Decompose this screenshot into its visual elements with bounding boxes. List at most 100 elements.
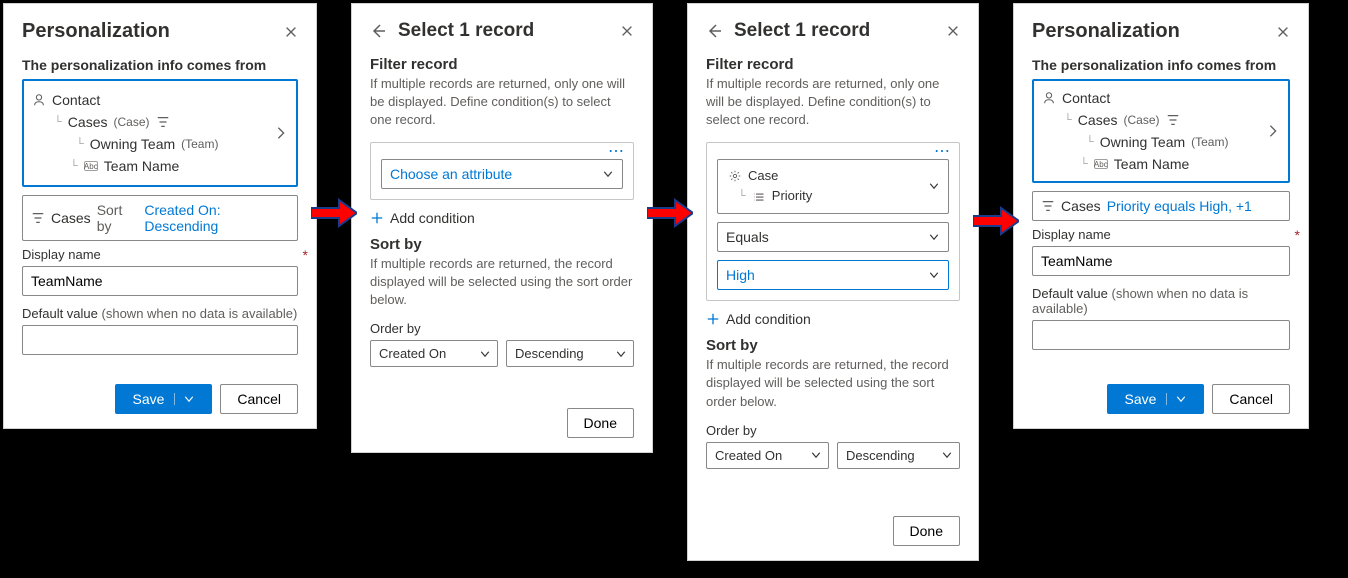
cancel-button[interactable]: Cancel [1212,384,1290,414]
operator-select[interactable]: Equals [717,222,949,252]
tree-node: Cases [1078,112,1118,128]
back-icon[interactable] [706,23,722,39]
tree-root: Contact [52,92,100,108]
sort-by-hint: If multiple records are returned, the re… [706,356,960,411]
caret-down-icon [928,269,940,281]
panel-title: Personalization [1032,20,1264,43]
tree-leaf: Team Name [1114,156,1189,172]
panel-title: Personalization [22,20,272,43]
filter-record-hint: If multiple records are returned, only o… [370,75,634,130]
done-button[interactable]: Done [567,408,634,438]
attribute-select[interactable]: Choose an attribute [381,159,623,189]
condition-menu-icon[interactable]: ⋯ [934,141,951,161]
back-icon[interactable] [370,23,386,39]
default-value-label: Default value (shown when no data is ava… [22,306,298,321]
sort-by-hint: If multiple records are returned, the re… [370,255,634,310]
plus-icon [706,312,720,326]
filter-icon [1041,199,1055,213]
filter-record-hint: If multiple records are returned, only o… [706,75,960,130]
order-field-select[interactable]: Created On [706,442,829,469]
filter-icon [1166,113,1180,127]
tree-node-type: (Team) [1191,135,1228,149]
save-button[interactable]: Save [115,384,212,414]
chevron-right-icon[interactable] [1266,124,1280,138]
person-icon [1042,91,1056,105]
info-source-label: The personalization info comes from [22,57,298,73]
default-value-input[interactable] [1032,320,1290,350]
filter-entity: Cases [1061,198,1101,214]
tree-leaf: Team Name [104,158,179,174]
list-icon [752,190,766,204]
display-name-input[interactable] [1032,246,1290,276]
attribute-tree[interactable]: Contact └ Cases (Case) └ Owning Team (Te… [22,79,298,187]
condition-card: ⋯ Case └ Priority Equals [706,142,960,302]
display-name-label: Display name [22,247,298,262]
filter-summary-row[interactable]: Cases Priority equals High, +1 [1032,191,1290,221]
display-name-input[interactable] [22,266,298,296]
filter-sort-value: Created On: Descending [144,202,289,234]
info-source-label: The personalization info comes from [1032,57,1290,73]
close-icon[interactable] [620,24,634,38]
order-by-label: Order by [370,321,634,336]
panel-title: Select 1 record [734,20,934,42]
filter-entity: Cases [51,210,91,226]
display-name-label: Display name [1032,227,1290,242]
personalization-panel-final: Personalization The personalization info… [1013,3,1309,429]
select-record-panel-empty: Select 1 record Filter record If multipl… [351,3,653,453]
add-condition-button[interactable]: Add condition [370,210,634,226]
chevron-right-icon[interactable] [274,126,288,140]
sort-by-label: Sort by [97,202,139,234]
text-field-icon: Abc [84,161,98,171]
tree-node-type: (Case) [113,115,149,129]
value-select[interactable]: High [717,260,949,290]
flow-arrow [647,198,693,228]
attribute-tree[interactable]: Contact └ Cases (Case) └ Owning Team (Te… [1032,79,1290,183]
caret-down-icon [941,449,953,461]
done-button[interactable]: Done [893,516,960,546]
filter-record-heading: Filter record [706,56,960,73]
close-icon[interactable] [1276,25,1290,39]
required-indicator: * [1295,227,1300,243]
cancel-button[interactable]: Cancel [220,384,298,414]
save-button[interactable]: Save [1107,384,1204,414]
plus-icon [370,211,384,225]
attribute-select[interactable]: Case └ Priority [717,159,949,215]
entity-label: Case [748,166,778,187]
tree-node-type: (Case) [1123,113,1159,127]
filter-summary-row[interactable]: Cases Sort by Created On: Descending [22,195,298,241]
close-icon[interactable] [284,25,298,39]
caret-down-icon [928,231,940,243]
caret-down-icon [615,348,627,360]
default-value-label: Default value (shown when no data is ava… [1032,286,1290,316]
add-condition-button[interactable]: Add condition [706,311,960,327]
person-icon [32,93,46,107]
order-direction-select[interactable]: Descending [506,340,634,367]
default-value-input[interactable] [22,325,298,355]
tree-node: Cases [68,114,108,130]
personalization-panel-initial: Personalization The personalization info… [3,3,317,429]
order-direction-select[interactable]: Descending [837,442,960,469]
order-field-select[interactable]: Created On [370,340,498,367]
filter-icon [156,115,170,129]
tree-node-type: (Team) [181,137,218,151]
select-record-panel-filled: Select 1 record Filter record If multipl… [687,3,979,561]
filter-record-heading: Filter record [370,56,634,73]
required-indicator: * [303,247,308,263]
flow-arrow [311,198,357,228]
save-split-caret[interactable] [1166,393,1187,405]
caret-down-icon [602,168,614,180]
order-by-label: Order by [706,423,960,438]
save-split-caret[interactable] [174,393,195,405]
tree-node: Owning Team [90,136,175,152]
condition-menu-icon[interactable]: ⋯ [608,141,625,161]
sort-by-heading: Sort by [706,337,960,354]
text-field-icon: Abc [1094,159,1108,169]
gear-icon [728,169,742,183]
flow-arrow [973,206,1019,236]
caret-down-icon [479,348,491,360]
filter-icon [31,211,45,225]
condition-card: ⋯ Choose an attribute [370,142,634,200]
close-icon[interactable] [946,24,960,38]
panel-title: Select 1 record [398,20,608,42]
caret-down-icon [928,180,940,192]
